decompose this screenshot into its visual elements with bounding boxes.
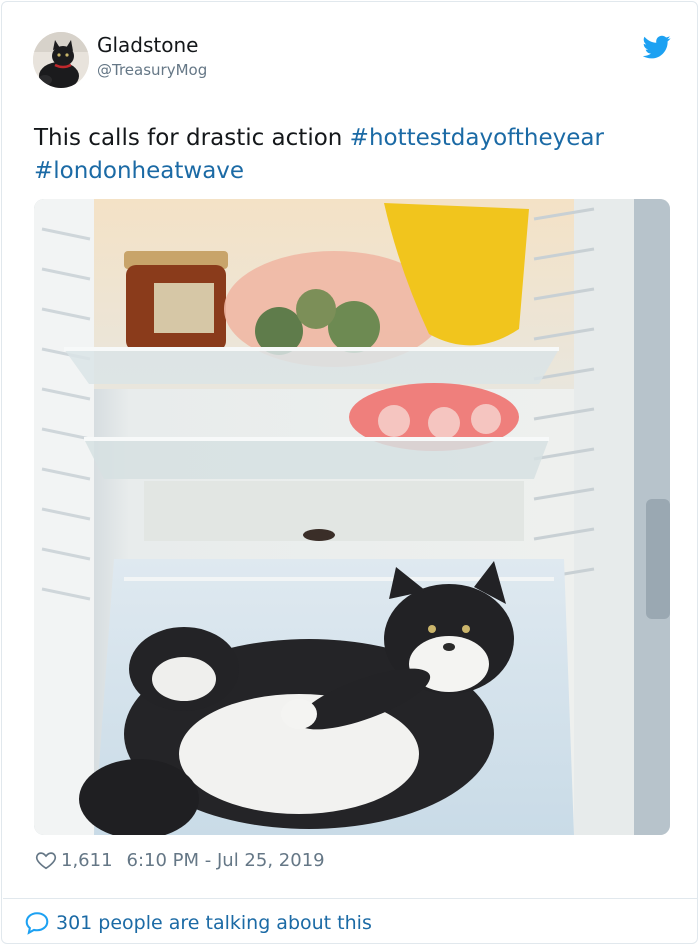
footer-divider xyxy=(3,898,698,899)
display-name[interactable]: Gladstone xyxy=(97,33,198,57)
user-handle[interactable]: @TreasuryMog xyxy=(97,61,207,79)
tweet-photo[interactable] xyxy=(34,199,670,835)
tweet-body: This calls for drastic action xyxy=(34,125,350,151)
cat-avatar-icon xyxy=(33,32,89,88)
tweet-timestamp[interactable]: 6:10 PM - Jul 25, 2019 xyxy=(127,850,325,871)
conversation-text: 301 people are talking about this xyxy=(56,912,372,934)
tweet-meta: 1,611 6:10 PM - Jul 25, 2019 xyxy=(35,846,325,874)
tweet-card: Gladstone @TreasuryMog This calls for dr… xyxy=(1,1,698,944)
tweet-text: This calls for drastic action #hottestda… xyxy=(34,122,674,188)
heart-icon[interactable] xyxy=(35,849,57,871)
user-avatar[interactable] xyxy=(33,32,89,88)
cat-in-fridge-photo-icon xyxy=(34,199,670,835)
conversation-link[interactable]: 301 people are talking about this xyxy=(24,908,372,938)
like-count[interactable]: 1,611 xyxy=(61,850,113,871)
twitter-bird-icon[interactable] xyxy=(642,33,671,61)
hashtag-link[interactable]: #londonheatwave xyxy=(34,158,244,184)
hashtag-link[interactable]: #hottestdayoftheyear xyxy=(350,125,604,151)
speech-bubble-icon xyxy=(25,912,49,935)
